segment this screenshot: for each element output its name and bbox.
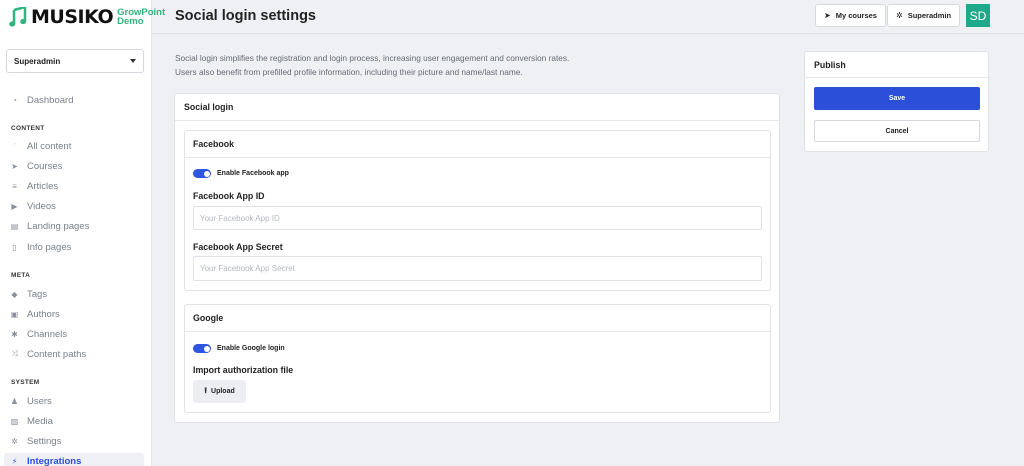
nav-section-meta: META (11, 272, 31, 279)
music-note-icon (9, 7, 27, 27)
cancel-button[interactable]: Cancel (814, 120, 980, 142)
asterisk-icon: ✱ (11, 329, 18, 339)
sidebar-item-label: Courses (27, 160, 63, 172)
facebook-app-id-input[interactable] (193, 206, 762, 230)
sidebar-item-articles[interactable]: ≡ Articles (10, 178, 58, 194)
user-icon: ♟ (10, 396, 19, 406)
plug-icon: ⚡ (11, 456, 18, 466)
sidebar-item-content-paths[interactable]: ⤨ Content paths (10, 346, 86, 362)
sidebar-item-label: Tags (27, 288, 48, 300)
gear-icon: ✲ (896, 11, 903, 20)
google-divider (185, 331, 770, 332)
nav-section-system: SYSTEM (11, 379, 40, 386)
sidebar-item-label: Landing pages (27, 220, 90, 232)
sidebar-item-tags[interactable]: ◆ Tags (10, 286, 47, 302)
file-icon: ▯ (12, 242, 17, 252)
facebook-divider (185, 157, 770, 158)
lines-icon: ≡ (12, 181, 17, 191)
my-courses-button[interactable]: ➤ My courses (815, 4, 886, 27)
sidebar-item-courses[interactable]: ➤ Courses (10, 158, 62, 174)
sidebar-item-all-content[interactable]: ʾ All content (10, 138, 71, 154)
superadmin-label: Superadmin (907, 11, 952, 20)
rss-icon: ʾ (13, 141, 16, 151)
sidebar-item-label: Media (27, 415, 53, 427)
sidebar-item-media[interactable]: ▨ Media (10, 413, 53, 429)
image-icon: ▨ (10, 416, 19, 426)
header-divider (152, 33, 1024, 34)
google-title: Google (193, 313, 224, 323)
avatar[interactable]: SD (966, 4, 990, 27)
workspace-label: Superadmin (14, 56, 61, 66)
sidebar-item-dashboard[interactable]: ◔ Dashboard (10, 92, 73, 108)
upload-button[interactable]: ⭱ Upload (193, 380, 246, 403)
superadmin-button[interactable]: ✲ Superadmin (887, 4, 961, 27)
tag-icon: ◆ (11, 289, 18, 299)
intro-line-1: Social login simplifies the registration… (175, 53, 570, 63)
google-enable-toggle[interactable] (193, 344, 211, 353)
sidebar-item-label: Authors (27, 308, 60, 320)
sidebar-item-settings[interactable]: ✲ Settings (10, 433, 61, 449)
sidebar-item-label: Dashboard (27, 94, 74, 106)
facebook-app-secret-label: Facebook App Secret (193, 242, 283, 252)
social-login-title: Social login (184, 102, 234, 112)
sidebar-item-label: Videos (27, 200, 56, 212)
paper-plane-icon: ➤ (824, 11, 831, 20)
sidebar-item-authors[interactable]: ▣ Authors (10, 306, 60, 322)
sidebar-item-label: Users (27, 395, 52, 407)
sidebar-item-label: Articles (27, 180, 59, 192)
chevron-down-icon (130, 59, 136, 63)
sidebar-item-label: Content paths (27, 348, 87, 360)
sidebar-item-label: All content (27, 140, 72, 152)
facebook-enable-label: Enable Facebook app (217, 170, 289, 177)
sidebar-item-label: Info pages (27, 241, 72, 253)
facebook-title: Facebook (193, 139, 235, 149)
sidebar: MUSIKO GrowPoint Demo Superadmin ◔ Dashb… (0, 0, 165, 466)
publish-title: Publish (814, 60, 846, 70)
paper-plane-icon: ➤ (11, 161, 18, 171)
publish-divider (805, 77, 988, 78)
shuffle-icon: ⤨ (11, 349, 18, 358)
sidebar-item-integrations[interactable]: ⚡ Integrations (4, 453, 144, 466)
upload-label: Upload (211, 388, 235, 395)
brand-sub-line2: Demo (117, 16, 144, 27)
sidebar-item-landing-pages[interactable]: ▤ Landing pages (10, 218, 90, 234)
play-icon: ▶ (11, 201, 18, 211)
my-courses-label: My courses (835, 11, 877, 20)
sidebar-item-label: Integrations (27, 455, 82, 466)
google-enable-label: Enable Google login (217, 345, 285, 352)
sidebar-item-videos[interactable]: ▶ Videos (10, 198, 56, 214)
facebook-enable-toggle[interactable] (193, 169, 211, 178)
id-card-icon: ▣ (10, 309, 19, 319)
dashboard-icon: ◔ (12, 95, 17, 105)
intro-line-2: Users also benefit from prefilled profil… (175, 67, 523, 77)
nav-section-content: CONTENT (11, 125, 45, 132)
facebook-app-id-label: Facebook App ID (193, 191, 265, 201)
facebook-app-secret-input[interactable] (193, 256, 762, 281)
social-login-divider (175, 120, 779, 121)
sidebar-item-label: Channels (27, 328, 68, 340)
sidebar-item-users[interactable]: ♟ Users (10, 393, 52, 409)
upload-icon: ⭱ (204, 385, 208, 395)
workspace-select[interactable]: Superadmin (6, 49, 144, 73)
gear-icon: ✲ (11, 436, 18, 446)
brand-logo[interactable]: MUSIKO GrowPoint Demo (9, 4, 165, 30)
save-button[interactable]: Save (814, 87, 980, 110)
google-panel (184, 304, 771, 413)
brand-name: MUSIKO (31, 6, 114, 28)
layout-icon: ▤ (10, 221, 19, 231)
sidebar-item-label: Settings (27, 435, 62, 447)
brand-subtitle: GrowPoint Demo (117, 8, 165, 27)
import-auth-file-label: Import authorization file (193, 365, 294, 375)
page-title: Social login settings (175, 8, 316, 24)
sidebar-item-info-pages[interactable]: ▯ Info pages (10, 239, 71, 255)
intro-text: Social login simplifies the registration… (175, 51, 569, 79)
sidebar-item-channels[interactable]: ✱ Channels (10, 326, 67, 342)
